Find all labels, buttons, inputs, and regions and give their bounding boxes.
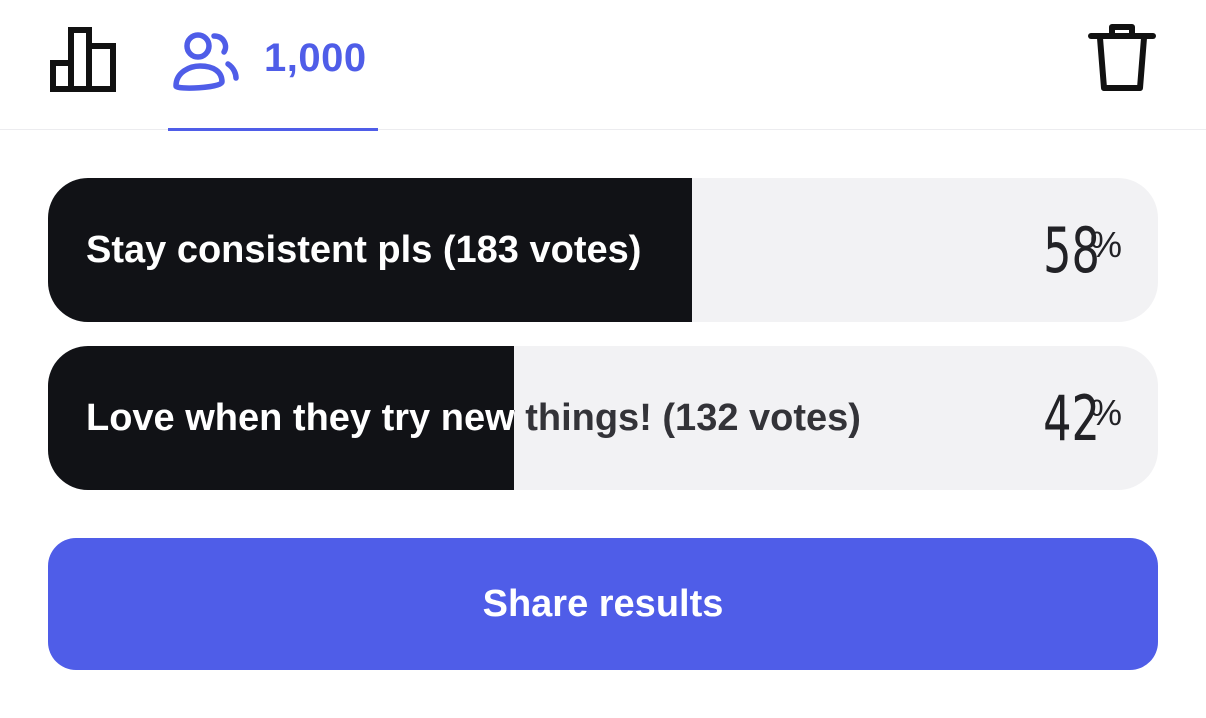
voter-count: 1,000 [264,36,367,80]
option-percent: 42 % [1021,346,1122,490]
option-percent: 58 % [1021,178,1122,322]
bar-chart-icon[interactable] [48,24,120,92]
percent-value: 58 [1043,213,1100,287]
poll-option: Stay consistent pls (183 votes) Stay con… [48,178,1158,322]
vote-share-bar: Stay consistent pls (183 votes) [48,178,692,322]
poll-option: Love when they try new things! (132 vote… [48,346,1158,490]
share-results-button[interactable]: Share results [48,538,1158,670]
trash-icon[interactable] [1088,22,1156,94]
tab-voters[interactable]: 1,000 [168,24,378,131]
people-icon [173,32,239,91]
active-tab-indicator [168,128,378,131]
vote-share-bar: Love when they try new things! (132 vote… [48,346,514,490]
option-label-on-bar: Stay consistent pls (183 votes) [86,229,642,271]
results-header: 1,000 [0,0,1206,131]
option-label-on-bar: Love when they try new things! (132 vote… [86,397,514,439]
percent-value: 42 [1043,381,1100,455]
